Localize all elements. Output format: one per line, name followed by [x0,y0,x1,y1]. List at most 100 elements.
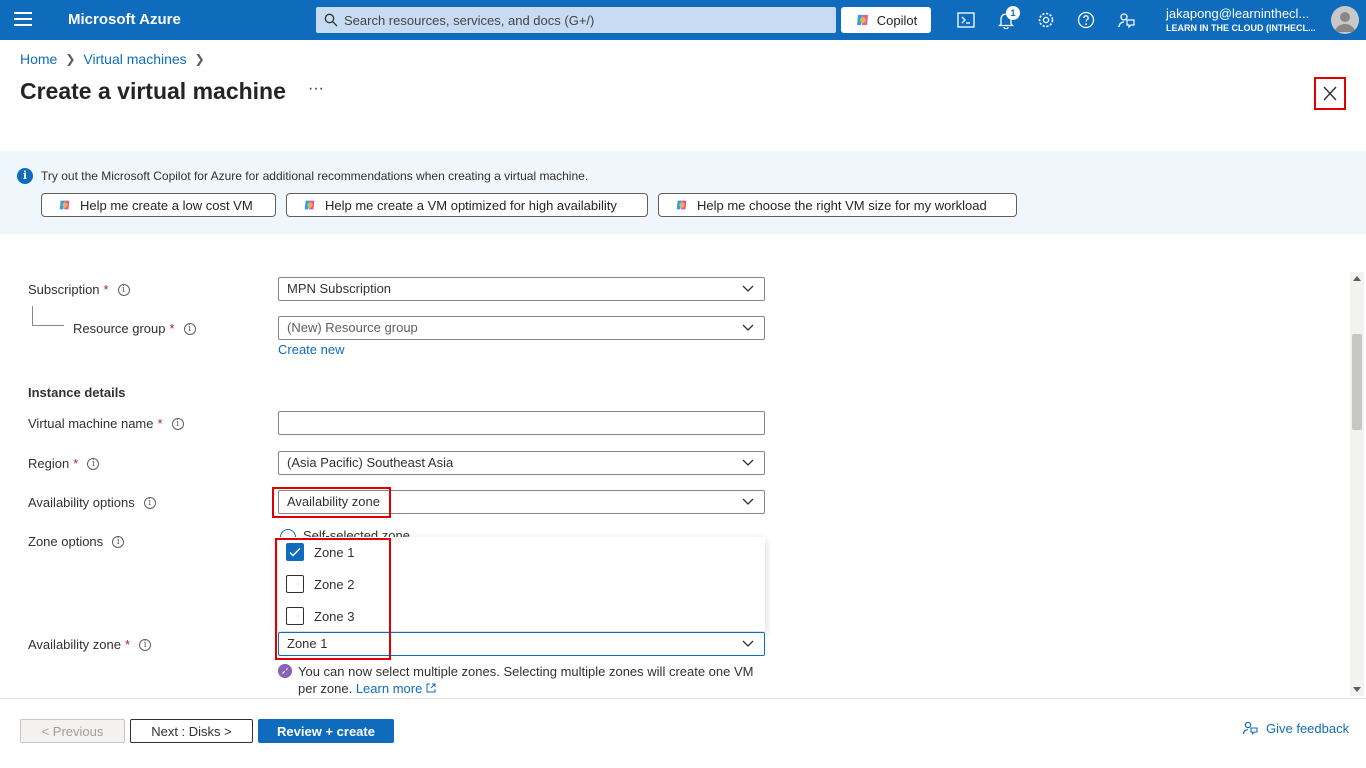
search-input[interactable] [344,10,824,30]
zone-option-2[interactable]: Zone 2 [286,575,354,593]
vm-name-label-text: Virtual machine name [28,416,154,431]
cloud-shell-icon[interactable] [957,11,975,29]
avatar[interactable] [1331,6,1359,34]
zone-option-3[interactable]: Zone 3 [286,607,354,625]
info-icon[interactable]: i [143,496,156,509]
checkbox[interactable] [286,575,304,593]
subscription-value: MPN Subscription [287,281,392,296]
user-avatar-icon [1335,12,1355,32]
menu-icon[interactable] [14,12,32,28]
zone-option-label: Zone 1 [314,544,355,560]
search-icon [324,13,338,27]
info-icon[interactable]: i [117,283,130,296]
region-value: (Asia Pacific) Southeast Asia [287,455,454,470]
region-dropdown[interactable]: (Asia Pacific) Southeast Asia [278,451,765,475]
zone-option-text: Self-selected zone [303,528,410,537]
suggestion-high-availability[interactable]: Help me create a VM optimized for high a… [286,193,648,217]
settings-icon[interactable] [1037,11,1055,29]
info-icon[interactable]: i [112,535,125,548]
notification-badge: 1 [1006,6,1020,20]
breadcrumb-home[interactable]: Home [20,51,57,67]
resource-group-label: Resource group * i [73,321,196,336]
breadcrumb-virtual-machines[interactable]: Virtual machines [83,51,186,67]
region-label: Region * i [28,456,100,471]
resource-group-label-text: Resource group [73,321,166,336]
suggestion-label: Help me create a VM optimized for high a… [325,197,617,213]
chevron-down-icon [742,459,754,466]
scroll-down-icon[interactable] [1353,687,1361,692]
global-search[interactable] [316,7,836,33]
suggestion-vm-size[interactable]: Help me choose the right VM size for my … [658,193,1017,217]
info-icon[interactable]: i [87,457,100,470]
rocket-icon [278,664,292,678]
account-tenant: LEARN IN THE CLOUD (INTHECL... [1166,23,1316,33]
zone-option-1[interactable]: Zone 1 [286,543,354,561]
subscription-dropdown[interactable]: MPN Subscription [278,277,765,301]
availability-zone-dropdown[interactable]: Zone 1 [278,632,765,656]
chevron-right-icon: ❯ [65,52,76,66]
chevron-down-icon [742,285,754,292]
checkmark-icon [289,548,301,557]
close-icon [1323,86,1337,101]
checkbox-checked[interactable] [286,543,304,561]
zone-dropdown-list: Zone 1 Zone 2 Zone 3 [278,537,765,631]
review-create-button[interactable]: Review + create [258,719,394,743]
instance-details-heading: Instance details [28,385,126,400]
suggestion-label: Help me choose the right VM size for my … [697,197,987,213]
multi-zone-note: You can now select multiple zones. Selec… [278,663,758,697]
portal-brand[interactable]: Microsoft Azure [68,11,181,28]
scrollbar-thumb[interactable] [1352,334,1362,430]
required-mark: * [103,282,109,297]
checkbox[interactable] [286,607,304,625]
create-new-link[interactable]: Create new [278,342,344,357]
banner-message: Try out the Microsoft Copilot for Azure … [41,169,589,183]
give-feedback-link[interactable]: Give feedback [1242,720,1349,736]
scroll-up-icon[interactable] [1353,276,1361,281]
info-icon[interactable]: i [171,417,184,430]
info-icon[interactable]: i [139,638,152,651]
more-options-button[interactable]: ··· [308,80,324,98]
suggestion-low-cost-vm[interactable]: Help me create a low cost VM [41,193,276,217]
vm-name-label: Virtual machine name * i [28,416,184,431]
top-bar: Microsoft Azure Copilot 1 jakapong@learn… [0,0,1366,40]
help-icon[interactable] [1077,11,1095,29]
chevron-down-icon [742,324,754,331]
availability-options-label: Availability options i [28,495,156,510]
learn-more-link[interactable]: Learn more [356,681,436,696]
vertical-scrollbar[interactable] [1350,272,1364,696]
resource-group-dropdown[interactable]: (New) Resource group [278,316,765,340]
chevron-right-icon: ❯ [194,52,205,66]
availability-zone-label: Availability zone * i [28,637,152,652]
availability-options-label-text: Availability options [28,495,135,510]
chevron-down-icon [742,640,754,647]
availability-options-dropdown[interactable]: Availability zone [278,490,765,514]
tree-connector [32,325,64,326]
copilot-label: Copilot [876,12,918,28]
copilot-icon [856,15,868,25]
account-menu[interactable]: jakapong@learninthecl... LEARN IN THE CL… [1166,6,1316,33]
close-button[interactable] [1314,77,1346,110]
suggestion-label: Help me create a low cost VM [80,197,253,213]
zone-option-label: Zone 2 [314,576,355,592]
required-mark: * [124,637,131,652]
external-link-icon [426,683,436,693]
previous-button[interactable]: < Previous [20,719,125,743]
next-disks-button[interactable]: Next : Disks > [130,719,253,743]
feedback-icon[interactable] [1117,11,1135,29]
zone-option-radio[interactable] [280,529,296,537]
copilot-icon [59,200,70,210]
info-icon: i [17,168,33,184]
copilot-banner: i Try out the Microsoft Copilot for Azur… [0,151,1366,234]
give-feedback-label: Give feedback [1266,720,1350,736]
subscription-label: Subscription * i [28,282,130,297]
zone-options-label: Zone options i [28,534,125,549]
feedback-icon [1242,721,1258,736]
copilot-icon [304,200,315,210]
vm-name-input[interactable] [278,411,765,435]
zone-option-label: Zone 3 [314,608,355,624]
required-mark: * [157,416,163,431]
copilot-button[interactable]: Copilot [841,7,931,33]
learn-more-label: Learn more [355,681,423,696]
footer-divider [0,698,1366,699]
info-icon[interactable]: i [183,322,196,335]
